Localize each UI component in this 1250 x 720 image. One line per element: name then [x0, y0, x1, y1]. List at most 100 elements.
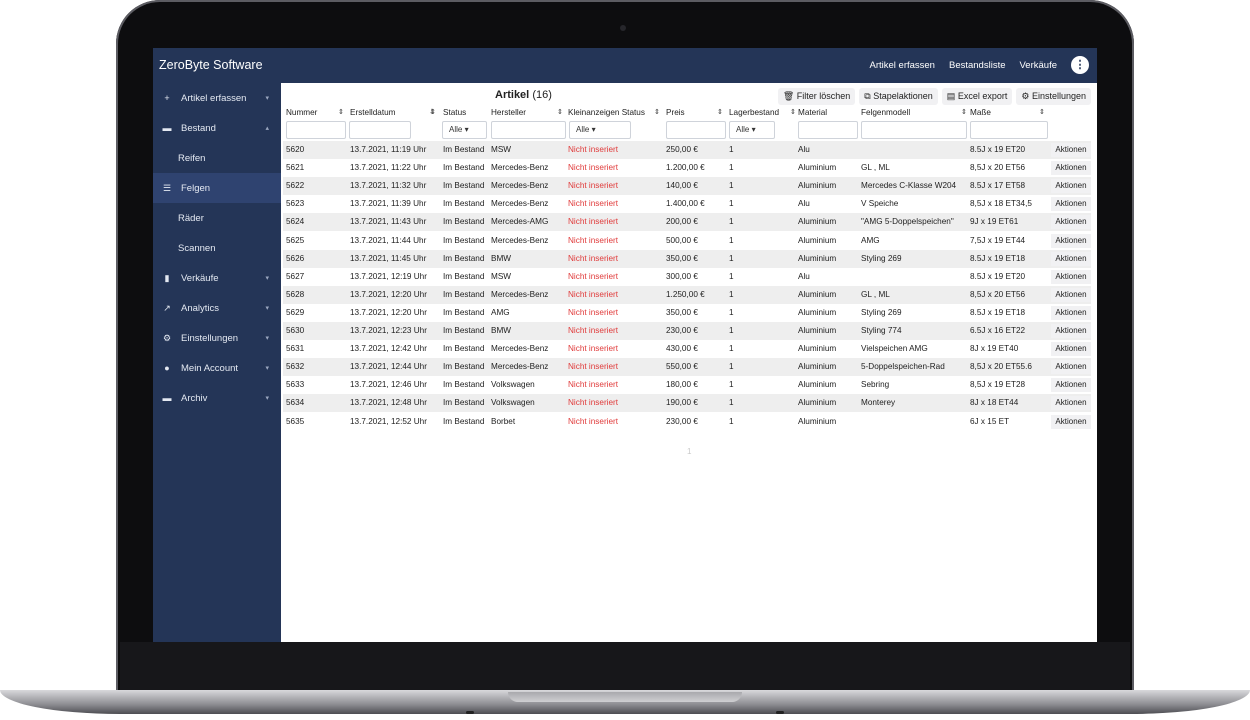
- table-cell: 1: [729, 326, 734, 335]
- actions-button[interactable]: Aktionen: [1051, 269, 1091, 284]
- column-header[interactable]: Maße: [970, 108, 991, 117]
- table-cell: 230,00 €: [666, 326, 698, 335]
- sidebar-item-einstellungen[interactable]: ⚙ Einstellungen ▾: [153, 323, 281, 353]
- chevron-down-icon: ▾: [265, 395, 269, 402]
- laptop-notch: [508, 692, 742, 702]
- brand-title[interactable]: ZeroByte Software: [159, 58, 263, 72]
- sidebar-item-archiv[interactable]: ▬ Archiv ▾: [153, 383, 281, 413]
- sort-icon[interactable]: ⇕: [790, 108, 796, 116]
- document-icon: ▮: [164, 272, 170, 283]
- sidebar-item-felgen[interactable]: ☰ Felgen: [153, 173, 281, 203]
- caret-down-icon: ▾: [462, 125, 469, 134]
- sidebar-item-reifen[interactable]: Reifen: [153, 143, 281, 173]
- settings-button[interactable]: ⚙ Einstellungen: [1016, 88, 1091, 105]
- column-header[interactable]: Erstelldatum: [350, 108, 396, 117]
- laptop-foot: [776, 711, 784, 714]
- table-cell: 13.7.2021, 11:45 Uhr: [350, 253, 427, 263]
- sort-icon[interactable]: ⇕: [338, 108, 344, 116]
- table-cell: 13.7.2021, 11:32 Uhr: [350, 181, 427, 191]
- actions-button[interactable]: Aktionen: [1051, 287, 1091, 302]
- column-header[interactable]: Nummer: [286, 108, 317, 117]
- actions-button[interactable]: Aktionen: [1051, 197, 1091, 212]
- sidebar-item-scannen[interactable]: Scannen: [153, 233, 281, 263]
- sidebar-item-label: Reifen: [178, 152, 206, 164]
- column-header[interactable]: Preis: [666, 108, 685, 117]
- pagination[interactable]: 1: [687, 447, 691, 456]
- actions-button[interactable]: Aktionen: [1051, 360, 1091, 375]
- sort-icon[interactable]: ⇕: [961, 108, 967, 116]
- file-icon: ▤: [946, 91, 956, 101]
- more-vertical-icon[interactable]: ⋮: [1071, 56, 1089, 74]
- table-row: 5632 13.7.2021, 12:44 Uhr Im Bestand Merced…: [283, 358, 1091, 377]
- nav-bestandsliste[interactable]: Bestandsliste: [949, 60, 1006, 71]
- filter-input[interactable]: [861, 121, 967, 139]
- column-header[interactable]: Lagerbestand: [729, 108, 779, 117]
- actions-button[interactable]: Aktionen: [1051, 251, 1091, 266]
- column-header[interactable]: Hersteller: [491, 108, 526, 117]
- table-cell: 250,00 €: [666, 145, 698, 154]
- sort-icon[interactable]: ⇕: [1039, 108, 1045, 116]
- table-cell: Im Bestand: [443, 271, 485, 281]
- table-cell: 5-Doppelspeichen-Rad: [861, 362, 945, 372]
- table-cell: Aluminium: [798, 163, 837, 173]
- table-cell: Aluminium: [798, 217, 837, 227]
- column-header[interactable]: Material: [798, 108, 827, 117]
- sort-icon[interactable]: ⇕: [654, 108, 660, 116]
- sidebar-item-bestand[interactable]: ▬ Bestand ▴: [153, 113, 281, 143]
- filter-input[interactable]: [970, 121, 1048, 139]
- actions-button[interactable]: Aktionen: [1051, 378, 1091, 393]
- filter-select[interactable]: Alle ▾: [569, 121, 631, 139]
- table-cell: Mercedes C-Klasse W204: [861, 181, 957, 191]
- column-header[interactable]: Felgenmodell: [861, 108, 910, 117]
- column-header[interactable]: Kleinanzeigen Status: [568, 108, 645, 117]
- actions-button[interactable]: Aktionen: [1051, 414, 1091, 429]
- actions-button[interactable]: Aktionen: [1051, 324, 1091, 338]
- actions-button[interactable]: Aktionen: [1051, 143, 1091, 157]
- table-cell: 5635: [286, 416, 305, 426]
- filter-select-label: Alle: [449, 125, 463, 134]
- actions-button[interactable]: Aktionen: [1051, 233, 1091, 248]
- table-cell: 5629: [286, 307, 305, 317]
- sidebar-item-mein-account[interactable]: ● Mein Account ▾: [153, 353, 281, 383]
- table-cell: 5632: [286, 362, 305, 372]
- table-cell: 230,00 €: [666, 416, 698, 426]
- sidebar-item-räder[interactable]: Räder: [153, 203, 281, 233]
- filter-clear-button[interactable]: 🗑 Filter löschen: [777, 88, 856, 105]
- table-cell: 5621: [286, 163, 305, 173]
- sort-icon[interactable]: ⇕: [557, 108, 563, 116]
- table-cell: 180,00 €: [666, 380, 698, 390]
- sidebar-item-analytics[interactable]: ↗ Analytics ▾: [153, 293, 281, 323]
- filter-input[interactable]: [349, 121, 411, 139]
- nav-artikel-erfassen[interactable]: Artikel erfassen: [870, 60, 935, 71]
- table-cell: Nicht inseriert: [568, 362, 619, 372]
- column-header[interactable]: Status: [443, 108, 466, 117]
- filter-select[interactable]: Alle ▾: [729, 121, 775, 139]
- sidebar-item-verkäufe[interactable]: ▮ Verkäufe ▾: [153, 263, 281, 293]
- excel-export-button[interactable]: ▤ Excel export: [941, 88, 1013, 105]
- gear-icon: ⚙: [1021, 91, 1030, 101]
- filter-input[interactable]: [798, 121, 858, 139]
- table-row: 5625 13.7.2021, 11:44 Uhr Im Bestand Merced…: [283, 232, 1091, 250]
- actions-button[interactable]: Aktionen: [1051, 396, 1091, 411]
- filter-select[interactable]: Alle ▾: [442, 121, 487, 139]
- nav-verkaeufe[interactable]: Verkäufe: [1020, 60, 1058, 71]
- table-cell: 8,5J x 18 ET34,5: [970, 199, 1032, 209]
- actions-button[interactable]: Aktionen: [1051, 179, 1091, 194]
- sidebar-item-label: Felgen: [181, 182, 211, 194]
- actions-button[interactable]: Aktionen: [1051, 305, 1091, 320]
- actions-button[interactable]: Aktionen: [1051, 161, 1091, 176]
- batch-actions-button[interactable]: ⧉ Stapelaktionen: [859, 88, 938, 105]
- filter-input[interactable]: [286, 121, 346, 139]
- table-cell: 13.7.2021, 12:46 Uhr: [350, 380, 427, 390]
- filter-input[interactable]: [666, 121, 726, 139]
- sidebar-item-artikel-erfassen[interactable]: + Artikel erfassen ▾: [153, 83, 281, 113]
- table-cell: 13.7.2021, 12:20 Uhr: [350, 289, 427, 299]
- sort-icon[interactable]: ⇕: [717, 108, 723, 116]
- table-cell: Mercedes-Benz: [491, 344, 549, 354]
- actions-button[interactable]: Aktionen: [1051, 342, 1091, 357]
- filter-input[interactable]: [491, 121, 566, 139]
- table-cell: 1: [729, 217, 734, 227]
- table-cell: 500,00 €: [666, 235, 698, 245]
- actions-button[interactable]: Aktionen: [1051, 215, 1091, 230]
- sort-desc-icon[interactable]: ⇩: [429, 108, 435, 116]
